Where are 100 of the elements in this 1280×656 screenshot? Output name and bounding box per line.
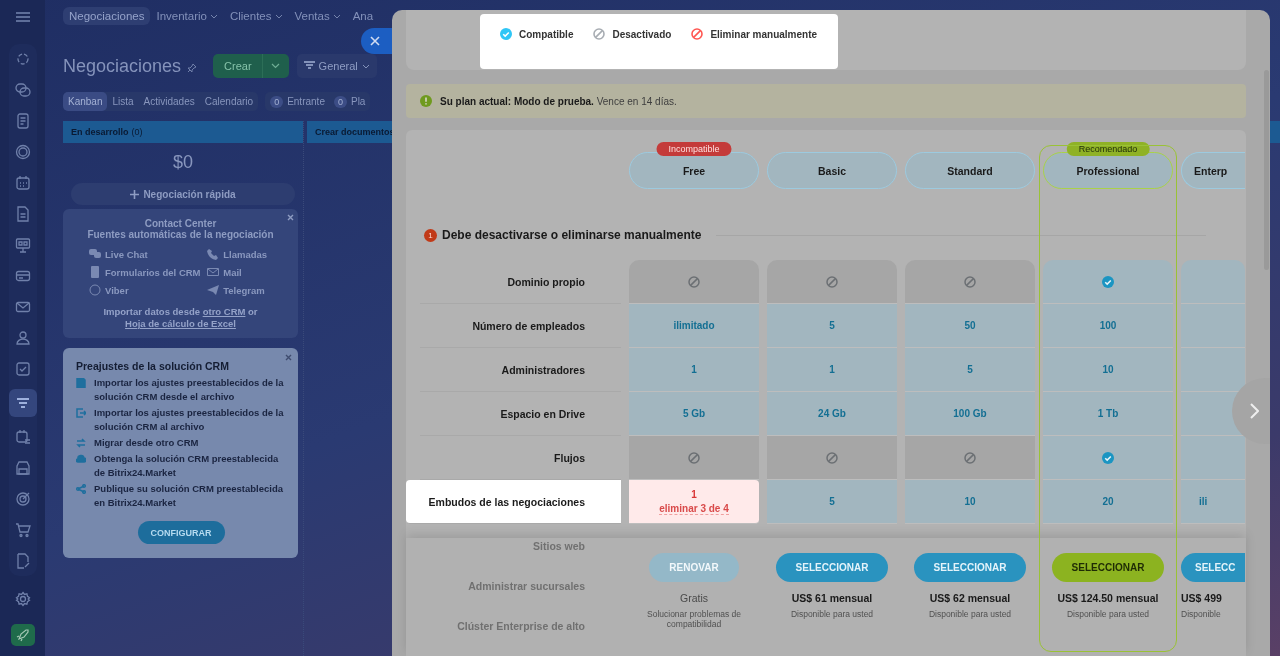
pin-icon[interactable] (187, 63, 198, 73)
channel-link[interactable]: Viber (105, 284, 129, 296)
counter-badge: 0 (333, 95, 347, 108)
plan-price: US$ 62 mensual (929, 592, 1011, 604)
counter-label[interactable]: Pla (350, 96, 366, 107)
channel-link[interactable]: Llamadas (223, 248, 268, 260)
counter-badge: 0 (270, 95, 284, 108)
plan-name[interactable]: Standard (905, 152, 1035, 189)
import-link[interactable]: otro CRM (202, 306, 246, 317)
legend-label: Compatible (519, 28, 574, 40)
table-cell: 5 (767, 304, 897, 348)
card-title: Preajustes de la solución CRM (76, 360, 230, 372)
prohibited-icon (964, 275, 976, 288)
create-button[interactable]: Crear (213, 54, 289, 78)
chevron-down-icon[interactable] (270, 63, 280, 69)
count-badge: 1 (424, 228, 437, 242)
counter-label[interactable]: Entrante (287, 96, 325, 107)
plan-note: Solucionar problemas de compatibilidad (646, 609, 742, 629)
section-title: Debe desactivarse o eliminarse manualmente (442, 228, 702, 242)
chevron-down-icon (361, 63, 370, 69)
channel-link[interactable]: Live Chat (105, 248, 148, 260)
feature-label: Administrar sucursales (468, 580, 585, 592)
plan-name[interactable]: Enterp (1181, 152, 1245, 189)
mail-icon (207, 266, 220, 278)
close-icon[interactable] (285, 354, 292, 361)
table-cell: 10 (1043, 348, 1173, 392)
plan-note: Disponible para usted (928, 609, 1012, 619)
feature-label: Embudos de las negociaciones (406, 480, 621, 524)
plan-price: US$ 499 (1181, 592, 1222, 604)
close-icon[interactable] (287, 214, 294, 221)
check-circle-icon (500, 28, 512, 40)
view-tab[interactable]: Kanban (63, 92, 108, 111)
prohibited-icon (593, 28, 606, 40)
table-cell: 20 (1043, 480, 1173, 524)
table-cell: ili (1181, 480, 1245, 524)
view-tab[interactable]: Calendario (199, 92, 259, 111)
rocket-icon[interactable] (10, 624, 35, 646)
nav-tab[interactable]: Clientes (223, 7, 289, 25)
share-icon (76, 484, 86, 494)
preset-link[interactable]: Importar los ajustes preestablecidos de la solución CRM desde el archivo (94, 376, 286, 404)
exclamation-icon (420, 95, 432, 107)
card-subtitle: Fuentes automáticas de la negociación (86, 229, 275, 240)
channel-link[interactable]: Formularios del CRM (105, 266, 201, 278)
column-count: (0) (131, 127, 143, 137)
select-button[interactable]: SELECCIONAR (775, 553, 889, 582)
plan-price: US$ 61 mensual (791, 592, 873, 604)
table-cell: 24 Gb (767, 392, 897, 436)
prohibited-icon (688, 275, 700, 288)
chevron-down-icon (274, 13, 283, 19)
quick-add-button[interactable]: Negociación rápida (71, 183, 295, 205)
column-total: $0 (172, 152, 194, 173)
preset-link[interactable]: Publique su solución CRM preestablecida en Bitrix24.Market (94, 482, 286, 510)
close-button[interactable] (361, 28, 392, 54)
check-circle-icon (1102, 451, 1114, 464)
import-link[interactable]: Hoja de cálculo de Excel (125, 318, 236, 329)
prohibited-icon (691, 28, 704, 40)
cloud-icon (76, 454, 86, 464)
column-title: Crear documentos (315, 127, 395, 137)
plan-note: Disponible para usted (1066, 609, 1150, 619)
feature-label: Dominio propio (420, 260, 621, 304)
page-title: Negociaciones (63, 55, 182, 77)
plan-name[interactable]: Professional (1043, 152, 1173, 189)
configure-button[interactable]: CONFIGURAR (137, 521, 225, 544)
telegram-icon (207, 284, 220, 296)
table-cell: ilimitado (629, 304, 759, 348)
select-button[interactable]: SELECC (1181, 553, 1245, 582)
plan-price: US$ 124.50 mensual (1057, 592, 1159, 604)
nav-tab[interactable]: Ventas (288, 7, 347, 25)
plan-price: Gratis (680, 592, 708, 604)
preset-link[interactable]: Migrar desde otro CRM (94, 436, 199, 450)
legend-label: Desactivado (612, 28, 672, 40)
channel-link[interactable]: Telegram (223, 284, 265, 296)
nav-tab[interactable]: Negociaciones (63, 7, 151, 25)
migrate-icon (76, 438, 86, 448)
plan-note: Disponible para usted (790, 609, 874, 619)
prohibited-icon (964, 451, 976, 464)
plan-name[interactable]: Basic (767, 152, 897, 189)
feature-label: Clúster Enterprise de alto (457, 620, 585, 632)
remove-link[interactable]: eliminar 3 de 4 (659, 502, 729, 515)
table-cell: 100 Gb (905, 392, 1035, 436)
preset-link[interactable]: Obtenga la solución CRM preestablecida de Bitrix24.Market (94, 452, 286, 480)
check-circle-icon (1102, 275, 1114, 288)
table-cell: 5 (905, 348, 1035, 392)
preset-link[interactable]: Importar los ajustes preestablecidos de la solución CRM al archivo (94, 406, 286, 434)
phone-icon (207, 248, 220, 260)
feature-label: Espacio en Drive (420, 392, 621, 436)
select-button[interactable]: SELECCIONAR (1051, 553, 1165, 582)
nav-tab[interactable]: Inventario (150, 7, 224, 25)
import-text: Importar datos desde otro CRM or Hoja de cálculo de Excel (102, 306, 259, 330)
feature-label: Número de empleados (420, 304, 621, 348)
view-tab[interactable]: Lista (107, 92, 139, 111)
funnel-icon[interactable] (8, 389, 37, 417)
table-cell: 1 Tb (1043, 392, 1173, 436)
chevron-right-icon[interactable] (1249, 403, 1259, 419)
filter-button[interactable]: General (296, 54, 377, 78)
table-cell: 10 (905, 480, 1035, 524)
channel-link[interactable]: Mail (223, 266, 242, 278)
select-button[interactable]: SELECCIONAR (913, 553, 1027, 582)
view-tab[interactable]: Actividades (138, 92, 200, 111)
nav-tab[interactable]: Ana (346, 7, 380, 25)
